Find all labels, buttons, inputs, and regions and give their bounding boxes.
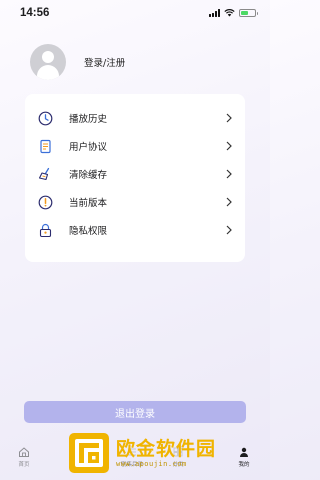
watermark-url: www.apoujin.com — [116, 460, 187, 468]
profile-header[interactable]: 登录/注册 — [30, 44, 125, 80]
lock-icon — [37, 222, 53, 238]
document-icon — [37, 138, 53, 154]
settings-menu-card: 播放历史 用户协议 清除缓存 当前版本 隐私权限 — [25, 94, 245, 262]
menu-item-label: 用户协议 — [69, 142, 108, 153]
wifi-icon — [224, 9, 235, 17]
broom-icon — [37, 166, 53, 182]
menu-item-clear-cache[interactable]: 清除缓存 — [25, 160, 245, 188]
status-icons — [209, 9, 258, 17]
avatar[interactable] — [30, 44, 66, 80]
battery-icon — [239, 9, 258, 17]
info-icon — [37, 194, 53, 210]
menu-item-user-agreement[interactable]: 用户协议 — [25, 132, 245, 160]
menu-item-privacy-permissions[interactable]: 隐私权限 — [25, 216, 245, 244]
watermark-logo-icon — [69, 433, 109, 473]
logout-button[interactable]: 退出登录 — [24, 401, 246, 423]
tab-label: 首页 — [18, 462, 30, 468]
tab-home[interactable]: 首页 — [4, 446, 44, 468]
home-icon — [19, 447, 29, 457]
status-time: 14:56 — [20, 7, 50, 19]
chevron-right-icon — [226, 141, 232, 151]
menu-item-label: 播放历史 — [69, 114, 108, 125]
login-register-link[interactable]: 登录/注册 — [84, 55, 125, 69]
status-bar: 14:56 — [0, 0, 270, 26]
clock-icon — [37, 110, 53, 126]
menu-item-label: 隐私权限 — [69, 226, 108, 237]
menu-item-play-history[interactable]: 播放历史 — [25, 104, 245, 132]
menu-item-label: 当前版本 — [69, 198, 108, 209]
watermark-title: 欧金软件园 — [116, 438, 217, 460]
chevron-right-icon — [226, 169, 232, 179]
chevron-right-icon — [226, 197, 232, 207]
menu-item-current-version[interactable]: 当前版本 — [25, 188, 245, 216]
watermark: 欧金软件园 www.apoujin.com — [66, 430, 266, 476]
menu-item-label: 清除缓存 — [69, 170, 108, 181]
signal-icon — [209, 9, 220, 17]
chevron-right-icon — [226, 113, 232, 123]
chevron-right-icon — [226, 225, 232, 235]
